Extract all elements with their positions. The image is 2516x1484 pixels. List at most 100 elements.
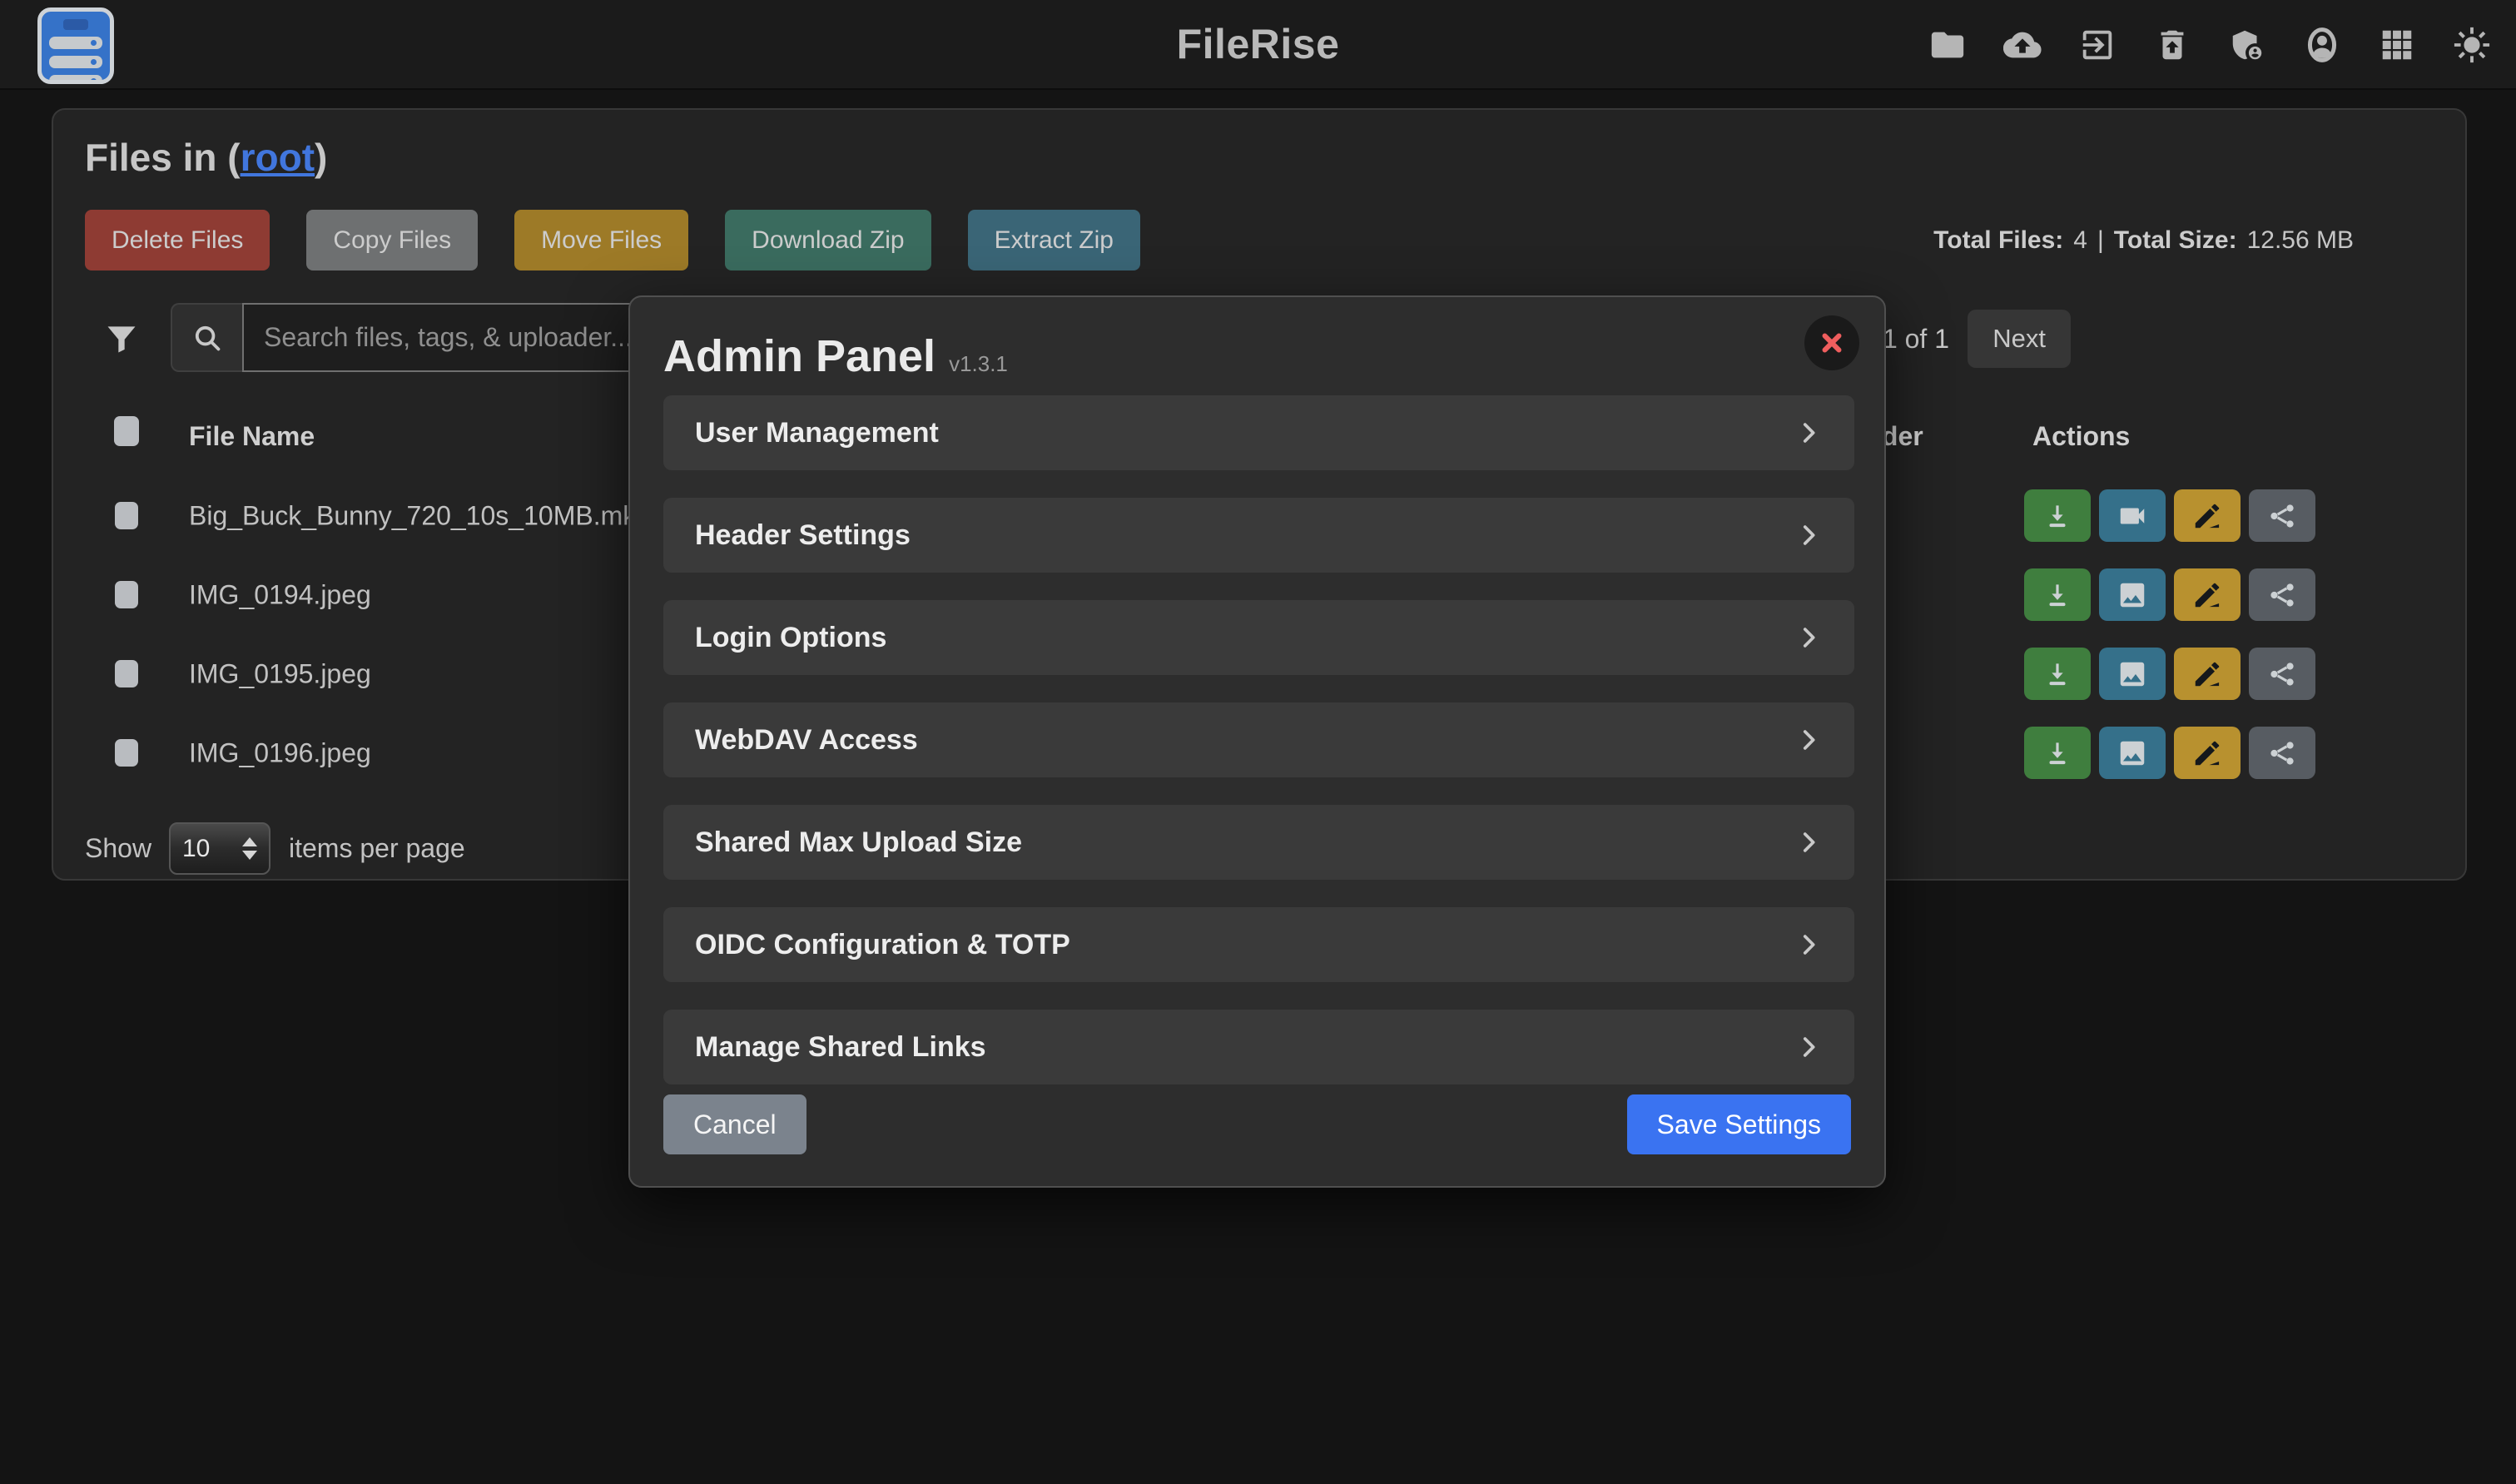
filter-icon[interactable]	[103, 320, 140, 357]
app-title: FileRise	[1177, 20, 1340, 68]
image-icon	[2117, 737, 2148, 769]
sign-in-icon[interactable]	[2078, 26, 2117, 64]
file-name[interactable]: IMG_0196.jpeg	[189, 737, 371, 768]
top-header-bar: FileRise	[0, 0, 2516, 90]
share-file-button[interactable]	[2249, 489, 2315, 542]
file-actions-toolbar: Delete Files Copy Files Move Files Downl…	[85, 210, 1140, 270]
search-icon	[171, 303, 242, 372]
admin-item-user-management[interactable]: User Management	[663, 395, 1854, 470]
title-suffix: )	[315, 136, 327, 179]
filerise-logo[interactable]	[37, 7, 114, 84]
light-mode-icon[interactable]	[2453, 26, 2491, 64]
stats-divider: |	[2097, 226, 2104, 255]
header-icon-group	[1928, 0, 2491, 90]
preview-image-button[interactable]	[2099, 648, 2166, 700]
root-folder-link[interactable]: root	[241, 136, 315, 179]
edit-icon	[2191, 658, 2223, 690]
folder-icon[interactable]	[1928, 26, 1967, 64]
chevron-right-icon	[1794, 931, 1823, 959]
items-per-page-label: items per page	[289, 819, 465, 877]
row-checkbox[interactable]	[115, 739, 138, 767]
chevron-right-icon	[1794, 521, 1823, 549]
chevron-right-icon	[1794, 419, 1823, 447]
download-file-button[interactable]	[2024, 648, 2091, 700]
chevron-right-icon	[1794, 1033, 1823, 1061]
restore-trash-icon[interactable]	[2153, 26, 2191, 64]
logo-bar	[49, 75, 102, 84]
admin-shield-icon[interactable]	[2228, 26, 2266, 64]
edit-icon	[2191, 737, 2223, 769]
edit-icon	[2191, 500, 2223, 532]
image-icon	[2117, 579, 2148, 611]
copy-files-button[interactable]: Copy Files	[306, 210, 478, 270]
preview-image-button[interactable]	[2099, 727, 2166, 779]
share-icon	[2266, 737, 2298, 769]
admin-item-header-settings[interactable]: Header Settings	[663, 498, 1854, 573]
total-size-label: Total Size:	[2114, 226, 2237, 255]
save-settings-button[interactable]: Save Settings	[1627, 1094, 1851, 1154]
close-modal-button[interactable]	[1804, 315, 1859, 370]
row-checkbox[interactable]	[115, 502, 138, 529]
videocam-icon	[2117, 500, 2148, 532]
logo-bar	[49, 56, 102, 68]
logo-slot	[63, 19, 88, 30]
show-label: Show	[85, 819, 151, 877]
share-icon	[2266, 579, 2298, 611]
file-name[interactable]: Big_Buck_Bunny_720_10s_10MB.mkv	[189, 500, 649, 531]
file-name[interactable]: IMG_0194.jpeg	[189, 579, 371, 610]
row-checkbox[interactable]	[115, 581, 138, 608]
admin-item-oidc-totp[interactable]: OIDC Configuration & TOTP	[663, 907, 1854, 982]
logo-bar	[49, 37, 102, 49]
admin-item-shared-max-upload-size[interactable]: Shared Max Upload Size	[663, 805, 1854, 880]
share-icon	[2266, 500, 2298, 532]
total-files-label: Total Files:	[1933, 226, 2063, 255]
row-checkbox[interactable]	[115, 660, 138, 687]
share-file-button[interactable]	[2249, 648, 2315, 700]
column-header-file-name[interactable]: File Name	[189, 421, 315, 452]
modal-title: Admin Panel	[663, 330, 935, 382]
file-name[interactable]: IMG_0195.jpeg	[189, 658, 371, 689]
items-per-page-value: 10	[182, 835, 210, 863]
admin-panel-modal: Admin Panel v1.3.1 User Management Heade…	[628, 295, 1886, 1188]
share-file-button[interactable]	[2249, 727, 2315, 779]
admin-item-login-options[interactable]: Login Options	[663, 600, 1854, 675]
select-spinner-icon	[242, 837, 257, 860]
chevron-right-icon	[1794, 828, 1823, 856]
next-page-button[interactable]: Next	[1968, 310, 2071, 368]
preview-video-button[interactable]	[2099, 489, 2166, 542]
download-file-button[interactable]	[2024, 568, 2091, 621]
extract-zip-button[interactable]: Extract Zip	[968, 210, 1140, 270]
grid-view-icon[interactable]	[2378, 26, 2416, 64]
download-file-button[interactable]	[2024, 727, 2091, 779]
cancel-button[interactable]: Cancel	[663, 1094, 806, 1154]
totals-summary: Total Files: 4 | Total Size: 12.56 MB	[1933, 210, 2354, 270]
chevron-right-icon	[1794, 726, 1823, 754]
user-profile-icon[interactable]	[2303, 26, 2341, 64]
chevron-right-icon	[1794, 623, 1823, 652]
delete-files-button[interactable]: Delete Files	[85, 210, 270, 270]
total-files-value: 4	[2073, 226, 2087, 255]
image-icon	[2117, 658, 2148, 690]
edit-file-button[interactable]	[2174, 727, 2241, 779]
edit-file-button[interactable]	[2174, 568, 2241, 621]
admin-item-manage-shared-links[interactable]: Manage Shared Links	[663, 1010, 1854, 1084]
share-icon	[2266, 658, 2298, 690]
cloud-upload-icon[interactable]	[2003, 26, 2042, 64]
page-title: Files in (root)	[85, 135, 327, 180]
download-zip-button[interactable]: Download Zip	[725, 210, 930, 270]
move-files-button[interactable]: Move Files	[514, 210, 688, 270]
total-size-value: 12.56 MB	[2247, 226, 2354, 255]
download-file-button[interactable]	[2024, 489, 2091, 542]
edit-file-button[interactable]	[2174, 648, 2241, 700]
column-header-actions: Actions	[2032, 421, 2130, 452]
admin-item-webdav-access[interactable]: WebDAV Access	[663, 702, 1854, 777]
modal-version: v1.3.1	[949, 351, 1008, 377]
items-per-page-select[interactable]: 10	[169, 822, 270, 875]
edit-file-button[interactable]	[2174, 489, 2241, 542]
share-file-button[interactable]	[2249, 568, 2315, 621]
select-all-checkbox[interactable]	[114, 416, 139, 446]
edit-icon	[2191, 579, 2223, 611]
preview-image-button[interactable]	[2099, 568, 2166, 621]
close-icon	[1818, 329, 1846, 357]
title-prefix: Files in (	[85, 136, 241, 179]
